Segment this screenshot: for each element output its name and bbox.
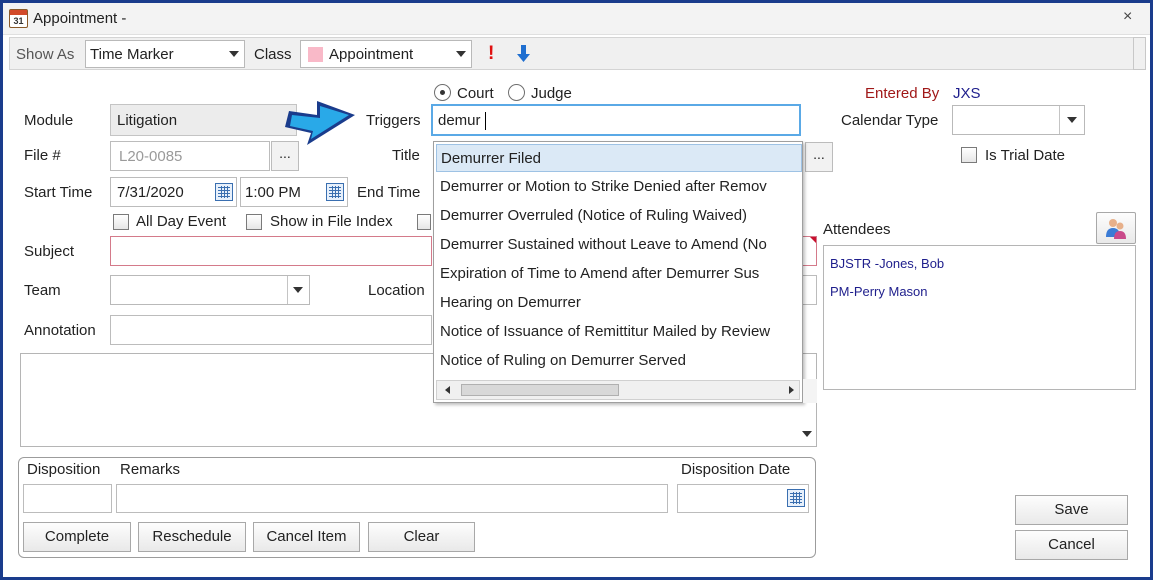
- chevron-down-icon: [229, 51, 239, 57]
- subject-input[interactable]: [110, 236, 432, 266]
- scrollbar-thumb[interactable]: [461, 384, 619, 396]
- complete-button[interactable]: Complete: [23, 522, 131, 552]
- scroll-down-icon[interactable]: [802, 431, 812, 437]
- trigger-option[interactable]: Demurrer or Motion to Strike Denied afte…: [436, 173, 802, 201]
- scroll-right-icon[interactable]: [789, 386, 794, 394]
- subject-input-end[interactable]: [801, 236, 817, 266]
- reschedule-button[interactable]: Reschedule: [138, 522, 246, 552]
- title-label: Title: [392, 147, 420, 164]
- team-select[interactable]: [110, 275, 310, 305]
- remarks-label: Remarks: [120, 461, 181, 478]
- annotation-label: Annotation: [24, 322, 96, 339]
- add-attendee-button[interactable]: [1096, 212, 1136, 244]
- judge-label: Judge: [531, 85, 572, 102]
- scroll-left-icon[interactable]: [445, 386, 450, 394]
- judge-radio[interactable]: [508, 84, 525, 101]
- triggers-autocomplete-list[interactable]: Demurrer Filed Demurrer or Motion to Str…: [433, 141, 803, 403]
- toolbar: Show As Time Marker Class Appointment !: [9, 37, 1137, 70]
- location-input-end[interactable]: [801, 275, 817, 305]
- dropdown-horizontal-scrollbar[interactable]: [436, 380, 800, 400]
- window-title: Appointment -: [33, 10, 127, 27]
- triggers-input[interactable]: demur: [431, 104, 801, 136]
- calendar-icon[interactable]: [215, 183, 233, 201]
- chevron-down-icon: [456, 51, 466, 57]
- class-label: Class: [254, 46, 292, 63]
- is-trial-date-label: Is Trial Date: [985, 147, 1066, 164]
- module-field: Litigation: [110, 104, 297, 136]
- title-bar: 31 Appointment - ×: [3, 3, 1150, 35]
- entered-by-label: Entered By: [865, 85, 940, 102]
- trigger-option[interactable]: Hearing on Demurrer: [436, 289, 802, 317]
- disposition-date-field[interactable]: [677, 484, 809, 513]
- attendee-item[interactable]: BJSTR -Jones, Bob: [830, 256, 944, 271]
- cancel-button[interactable]: Cancel: [1015, 530, 1128, 560]
- cancel-item-button[interactable]: Cancel Item: [253, 522, 360, 552]
- file-number-field[interactable]: L20-0085: [110, 141, 270, 171]
- people-icon: [1106, 219, 1126, 239]
- appointment-window: 31 Appointment - × Show As Time Marker C…: [3, 3, 1150, 577]
- calendar-icon[interactable]: [787, 489, 805, 507]
- annotation-input[interactable]: [110, 315, 432, 345]
- clear-button[interactable]: Clear: [368, 522, 475, 552]
- file-label: File #: [24, 147, 61, 164]
- team-label: Team: [24, 282, 61, 299]
- down-arrow-icon[interactable]: [517, 45, 531, 63]
- trigger-option[interactable]: Demurrer Overruled (Notice of Ruling Wai…: [436, 202, 802, 230]
- entered-by-value: JXS: [953, 85, 981, 102]
- class-color-swatch: [308, 47, 323, 62]
- module-label: Module: [24, 112, 74, 129]
- remarks-input[interactable]: [116, 484, 668, 513]
- dropdown-corner: [803, 379, 817, 403]
- all-day-event-checkbox[interactable]: [113, 214, 129, 230]
- callout-arrow-icon: [285, 101, 355, 145]
- calendar-type-label: Calendar Type: [841, 112, 939, 129]
- end-time-label: End Time: [357, 184, 421, 201]
- disposition-input[interactable]: [23, 484, 112, 513]
- required-marker-icon: [810, 237, 816, 243]
- attendees-label: Attendees: [823, 221, 891, 238]
- chevron-down-icon: [1067, 117, 1077, 123]
- subject-label: Subject: [24, 243, 75, 260]
- calendar-type-select[interactable]: [952, 105, 1085, 135]
- attendee-item[interactable]: PM-Perry Mason: [830, 284, 928, 299]
- trigger-option[interactable]: Demurrer Filed: [436, 144, 802, 172]
- triggers-label: Triggers: [366, 112, 421, 129]
- extra-checkbox[interactable]: [417, 214, 431, 230]
- title-browse-button[interactable]: ...: [805, 142, 833, 172]
- court-radio[interactable]: [434, 84, 451, 101]
- text-caret: [485, 112, 486, 130]
- disposition-date-label: Disposition Date: [681, 461, 791, 478]
- all-day-event-label: All Day Event: [136, 213, 227, 230]
- is-trial-date-checkbox[interactable]: [961, 147, 977, 163]
- start-time-label: Start Time: [24, 184, 93, 201]
- location-label: Location: [368, 282, 425, 299]
- class-select[interactable]: Appointment: [300, 40, 472, 68]
- toolbar-scrollbar[interactable]: [1133, 37, 1146, 70]
- start-time-field[interactable]: 1:00 PM: [240, 177, 348, 207]
- trigger-option[interactable]: Notice of Ruling on Demurrer Served: [436, 347, 802, 375]
- start-date-field[interactable]: 7/31/2020: [110, 177, 237, 207]
- trigger-option[interactable]: Notice of Issuance of Remittitur Mailed …: [436, 318, 802, 346]
- show-as-label: Show As: [16, 46, 75, 63]
- disposition-label: Disposition: [27, 461, 101, 478]
- save-button[interactable]: Save: [1015, 495, 1128, 525]
- show-in-file-index-checkbox[interactable]: [246, 214, 262, 230]
- trigger-option[interactable]: Expiration of Time to Amend after Demurr…: [436, 260, 802, 288]
- chevron-down-icon: [293, 287, 303, 293]
- calendar-app-icon: 31: [9, 9, 28, 28]
- close-icon[interactable]: ×: [1123, 8, 1132, 26]
- court-label: Court: [457, 85, 494, 102]
- trigger-option[interactable]: Demurrer Sustained without Leave to Amen…: [436, 231, 802, 259]
- show-in-file-index-label: Show in File Index: [270, 213, 393, 230]
- attendees-list[interactable]: BJSTR -Jones, Bob PM-Perry Mason: [823, 245, 1136, 390]
- clock-picker-icon[interactable]: [326, 183, 344, 201]
- priority-high-icon[interactable]: !: [488, 43, 494, 65]
- show-as-select[interactable]: Time Marker: [85, 40, 245, 68]
